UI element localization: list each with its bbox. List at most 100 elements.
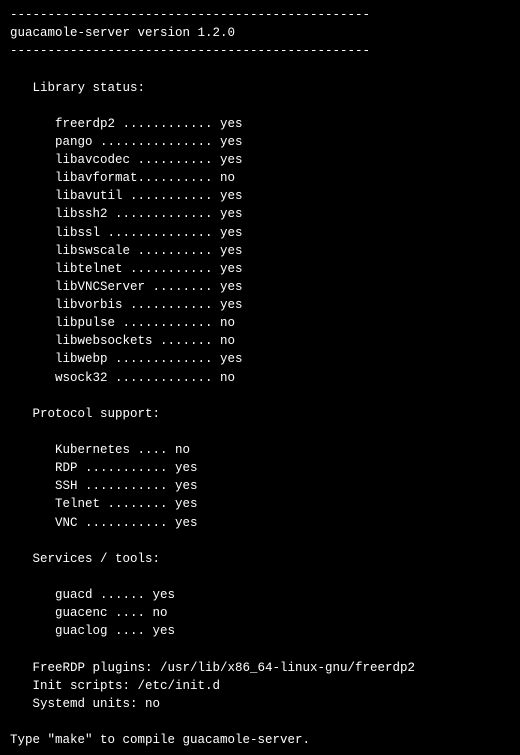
blank <box>10 97 510 115</box>
divider-top: ----------------------------------------… <box>10 6 510 24</box>
divider-bottom: ----------------------------------------… <box>10 42 510 60</box>
blank <box>10 423 510 441</box>
protocol-item-name: Kubernetes <box>55 443 130 457</box>
library-item-row: libswscale .......... yes <box>10 242 510 260</box>
protocol-item-name: SSH <box>55 479 78 493</box>
library-item-status: yes <box>220 135 243 149</box>
protocol-item-name: RDP <box>55 461 78 475</box>
library-item-status: no <box>220 171 235 185</box>
dots: ........... <box>78 479 176 493</box>
dots: ........... <box>78 516 176 530</box>
compile-instruction: Type "make" to compile guacamole-server. <box>10 731 510 749</box>
library-item-status: yes <box>220 207 243 221</box>
library-item-row: libssl .............. yes <box>10 224 510 242</box>
library-item-name: libssh2 <box>55 207 108 221</box>
services-item-status: yes <box>153 588 176 602</box>
dots: ............. <box>108 207 221 221</box>
library-item-row: libwebp ............. yes <box>10 350 510 368</box>
library-item-name: libtelnet <box>55 262 123 276</box>
library-item-name: freerdp2 <box>55 117 115 131</box>
library-item-row: libavcodec .......... yes <box>10 151 510 169</box>
dots: .... <box>130 443 175 457</box>
services-item-name: guaclog <box>55 624 108 638</box>
freerdp-plugins: FreeRDP plugins: /usr/lib/x86_64-linux-g… <box>10 659 510 677</box>
library-item-status: yes <box>220 298 243 312</box>
library-item-row: libssh2 ............. yes <box>10 205 510 223</box>
library-item-name: libavutil <box>55 189 123 203</box>
library-item-row: libpulse ............ no <box>10 314 510 332</box>
library-item-status: no <box>220 316 235 330</box>
library-item-name: libswscale <box>55 244 130 258</box>
dots: .............. <box>100 226 220 240</box>
library-item-name: wsock32 <box>55 371 108 385</box>
protocol-item-name: Telnet <box>55 497 100 511</box>
services-item-name: guacenc <box>55 606 108 620</box>
library-item-status: no <box>220 371 235 385</box>
init-scripts: Init scripts: /etc/init.d <box>10 677 510 695</box>
protocol-item-status: yes <box>175 516 198 530</box>
dots: .......... <box>130 244 220 258</box>
blank <box>10 387 510 405</box>
services-item-row: guacd ...... yes <box>10 586 510 604</box>
library-item-status: yes <box>220 262 243 276</box>
services-item-status: no <box>153 606 168 620</box>
dots: ........ <box>145 280 220 294</box>
services-item-row: guaclog .... yes <box>10 622 510 640</box>
library-item-row: libwebsockets ....... no <box>10 332 510 350</box>
library-item-status: yes <box>220 352 243 366</box>
protocol-item-row: Telnet ........ yes <box>10 495 510 513</box>
library-item-status: yes <box>220 244 243 258</box>
dots: ....... <box>153 334 221 348</box>
dots: ........... <box>123 262 221 276</box>
dots: ........... <box>78 461 176 475</box>
blank <box>10 532 510 550</box>
library-item-name: libavcodec <box>55 153 130 167</box>
library-item-status: yes <box>220 280 243 294</box>
services-item-row: guacenc .... no <box>10 604 510 622</box>
library-item-name: libVNCServer <box>55 280 145 294</box>
library-item-status: yes <box>220 189 243 203</box>
library-item-name: libavformat <box>55 171 138 185</box>
library-item-row: libavformat.......... no <box>10 169 510 187</box>
page-title: guacamole-server version 1.2.0 <box>10 24 510 42</box>
protocol-item-row: VNC ........... yes <box>10 514 510 532</box>
library-item-row: wsock32 ............. no <box>10 369 510 387</box>
protocol-item-row: RDP ........... yes <box>10 459 510 477</box>
library-item-status: yes <box>220 153 243 167</box>
services-item-name: guacd <box>55 588 93 602</box>
library-item-name: pango <box>55 135 93 149</box>
systemd-units: Systemd units: no <box>10 695 510 713</box>
dots: .......... <box>138 171 221 185</box>
blank <box>10 60 510 78</box>
library-item-row: freerdp2 ............ yes <box>10 115 510 133</box>
blank <box>10 640 510 658</box>
dots: .... <box>108 606 153 620</box>
blank <box>10 568 510 586</box>
protocol-item-name: VNC <box>55 516 78 530</box>
blank <box>10 713 510 731</box>
protocol-item-row: Kubernetes .... no <box>10 441 510 459</box>
library-item-name: libwebsockets <box>55 334 153 348</box>
protocol-item-status: yes <box>175 461 198 475</box>
dots: ...... <box>93 588 153 602</box>
library-item-row: pango ............... yes <box>10 133 510 151</box>
dots: ............ <box>115 117 220 131</box>
dots: .......... <box>130 153 220 167</box>
library-item-status: yes <box>220 117 243 131</box>
services-heading: Services / tools: <box>10 550 510 568</box>
dots: ........... <box>123 298 221 312</box>
dots: ........ <box>100 497 175 511</box>
dots: ............ <box>115 316 220 330</box>
dots: ............. <box>108 352 221 366</box>
library-item-status: yes <box>220 226 243 240</box>
dots: ............. <box>108 371 221 385</box>
dots: ........... <box>123 189 221 203</box>
library-item-row: libavutil ........... yes <box>10 187 510 205</box>
library-item-row: libVNCServer ........ yes <box>10 278 510 296</box>
dots: ............... <box>93 135 221 149</box>
library-item-name: libpulse <box>55 316 115 330</box>
library-item-name: libssl <box>55 226 100 240</box>
library-item-status: no <box>220 334 235 348</box>
protocol-heading: Protocol support: <box>10 405 510 423</box>
library-item-row: libtelnet ........... yes <box>10 260 510 278</box>
